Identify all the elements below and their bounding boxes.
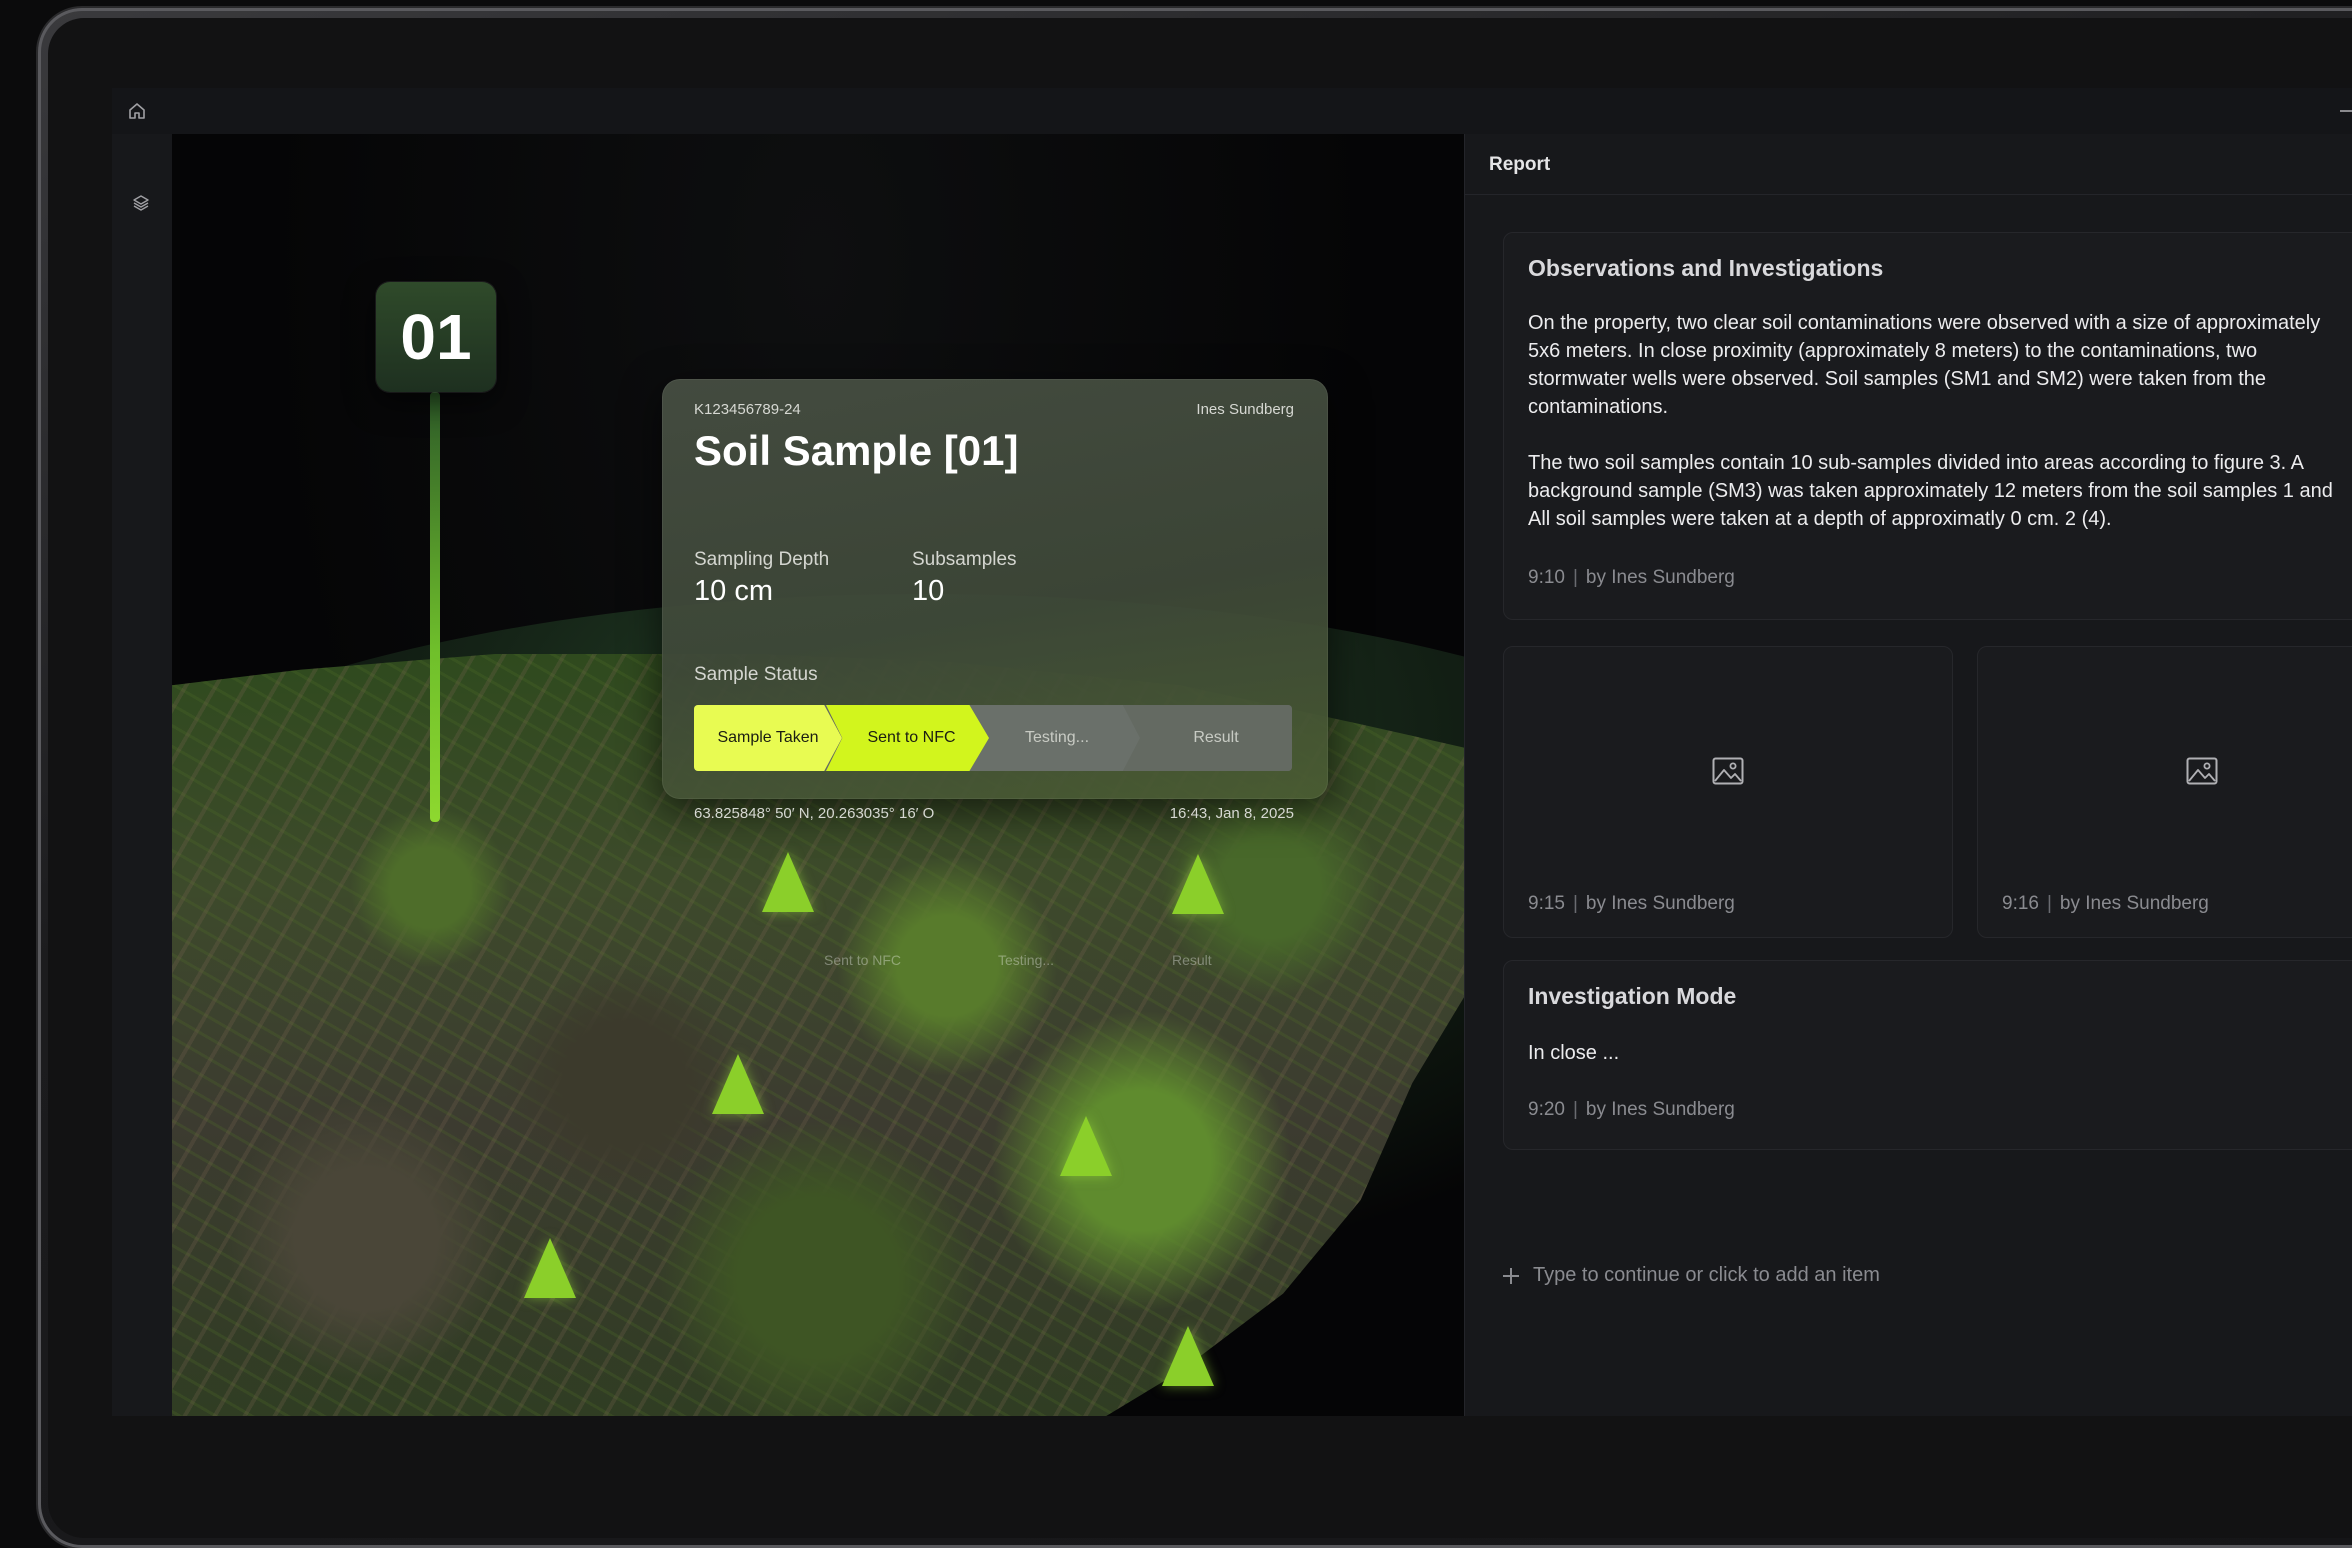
sample-info-card: K123456789-24 Ines Sundberg Soil Sample …	[662, 379, 1328, 822]
sample-marker[interactable]	[1060, 1116, 1112, 1176]
sample-status-stepper: Result Testing... Sent to NFC Sample Tak…	[694, 705, 1292, 771]
status-step-testing[interactable]: Testing...	[968, 705, 1140, 771]
image-card[interactable]: 9:15 | by Ines Sundberg	[1503, 646, 1953, 938]
investigation-text: In close ...	[1528, 1042, 1620, 1064]
sample-marker[interactable]	[524, 1238, 576, 1298]
sample-marker[interactable]	[1172, 854, 1224, 914]
screen-bottom-bezel	[112, 1416, 2352, 1507]
entry-author: by Ines Sundberg	[1585, 567, 1735, 588]
plus-icon	[1503, 1267, 1519, 1284]
entry-author: by Ines Sundberg	[1585, 1099, 1735, 1120]
sample-coordinates: 63.825848° 50′ N, 20.263035° 16′ O	[694, 805, 935, 822]
ghost-status-label: Sent to NFC	[824, 952, 902, 968]
sampling-depth-value: 10 cm	[694, 575, 773, 607]
report-header: Report	[1465, 134, 2352, 195]
report-title: Report	[1489, 154, 1551, 175]
sample-id: K123456789-24	[694, 401, 801, 418]
sample-pin-pole	[430, 392, 440, 822]
subsamples-label: Subsamples	[912, 549, 1017, 570]
subsamples-value: 10	[912, 575, 945, 607]
status-step-sample-taken[interactable]: Sample Taken	[694, 705, 842, 771]
status-step-sent-to-nfc[interactable]: Sent to NFC	[826, 705, 989, 771]
entry-meta: 9:15 | by Ines Sundberg	[1528, 893, 1735, 914]
sample-marker[interactable]	[762, 852, 814, 912]
entry-author: by Ines Sundberg	[1585, 893, 1735, 914]
text-line: 5x6 meters. In close proximity (approxim…	[1528, 340, 2258, 362]
sample-status-label: Sample Status	[694, 664, 818, 685]
observations-card[interactable]: Observations and Investigations On the p…	[1503, 232, 2352, 620]
entry-meta: 9:10 | by Ines Sundberg	[1528, 567, 1735, 588]
sidebar	[112, 134, 172, 1416]
image-icon	[1712, 757, 1744, 785]
text-line: On the property, two clear soil contamin…	[1528, 312, 2321, 334]
entry-author: by Ines Sundberg	[2059, 893, 2209, 914]
observations-paragraph: On the property, two clear soil contamin…	[1528, 309, 2352, 421]
3d-terrain-viewport[interactable]: Sent to NFC Testing... Result 01 K123456…	[172, 134, 1464, 1416]
sample-timestamp: 16:43, Jan 8, 2025	[1169, 805, 1294, 822]
text-line: All soil samples were taken at a depth o…	[1528, 508, 2112, 530]
entry-meta: 9:20 | by Ines Sundberg	[1528, 1099, 1735, 1120]
report-panel: Report Observations and Investigations O…	[1464, 134, 2352, 1416]
sample-marker[interactable]	[712, 1054, 764, 1114]
entry-meta: 9:16 | by Ines Sundberg	[2002, 893, 2209, 914]
ghost-status-label: Result	[1172, 952, 1212, 968]
sample-owner: Ines Sundberg	[1196, 401, 1294, 418]
text-line: contaminations.	[1528, 396, 1669, 418]
add-item-placeholder: Type to continue or click to add an item	[1533, 1264, 1880, 1286]
minimize-icon[interactable]	[2340, 110, 2352, 112]
entry-time: 9:15	[1528, 893, 1565, 914]
entry-time: 9:20	[1528, 1099, 1565, 1120]
image-icon	[2186, 757, 2218, 785]
sample-marker[interactable]	[1162, 1326, 1214, 1386]
observations-paragraph: The two soil samples contain 10 sub-samp…	[1528, 449, 2352, 533]
ghost-status-label: Testing...	[998, 952, 1055, 968]
image-card[interactable]: 9:16 | by Ines Sundberg	[1977, 646, 2352, 938]
text-line: The two soil samples contain 10 sub-samp…	[1528, 452, 2304, 474]
add-item-input[interactable]: Type to continue or click to add an item	[1503, 1264, 1880, 1287]
observations-heading: Observations and Investigations	[1528, 255, 1884, 281]
sampling-depth-label: Sampling Depth	[694, 549, 830, 570]
entry-time: 9:10	[1528, 567, 1565, 588]
home-icon[interactable]	[128, 102, 146, 120]
sample-title: Soil Sample [01]	[694, 427, 1019, 474]
layers-icon[interactable]	[132, 194, 150, 212]
text-line: background sample (SM3) was taken approx…	[1528, 480, 2333, 502]
sample-pin-badge[interactable]: 01	[376, 282, 496, 392]
app-screen: Sent to NFC Testing... Result 01 K123456…	[112, 88, 2352, 1416]
entry-time: 9:16	[2002, 893, 2039, 914]
investigation-heading: Investigation Mode	[1528, 983, 1737, 1009]
top-bar	[112, 88, 2352, 135]
text-line: stormwater wells were observed. Soil sam…	[1528, 368, 2267, 390]
status-step-result[interactable]: Result	[1120, 705, 1292, 771]
investigation-card[interactable]: Investigation Mode In close ... 9:20 | by …	[1503, 960, 2352, 1150]
